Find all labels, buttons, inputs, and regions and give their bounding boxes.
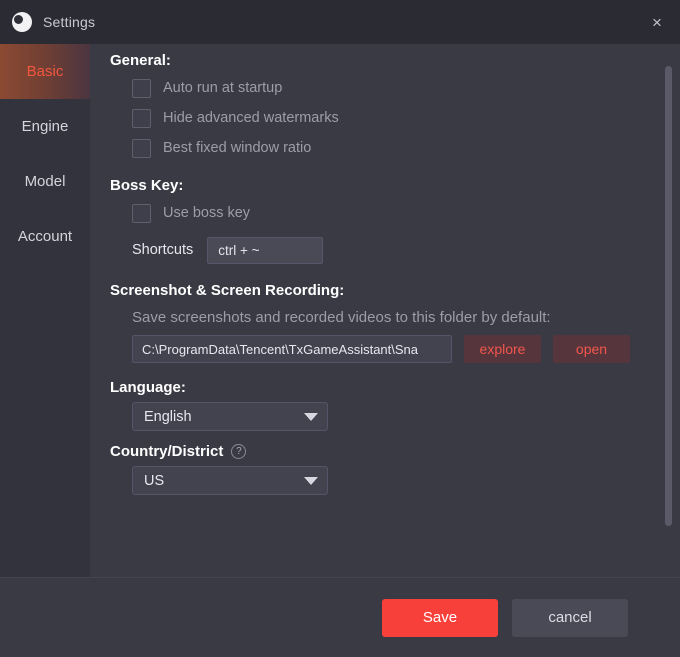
checkbox-label: Hide advanced watermarks: [163, 110, 339, 126]
country-select[interactable]: US: [132, 466, 328, 495]
cancel-button[interactable]: cancel: [512, 598, 628, 637]
vertical-scrollbar[interactable]: [665, 66, 672, 569]
sidebar-item-engine[interactable]: Engine: [0, 99, 90, 154]
chevron-down-icon: [304, 412, 318, 421]
boss-key-section: Boss Key: Use boss key Shortcuts ctrl + …: [110, 177, 680, 268]
general-heading: General:: [110, 52, 171, 69]
window-body: Basic Engine Model Account General: Auto…: [0, 44, 680, 577]
screenshot-description: Save screenshots and recorded videos to …: [132, 309, 551, 326]
screenshot-path-input[interactable]: C:\ProgramData\Tencent\TxGameAssistant\S…: [132, 335, 452, 363]
language-select[interactable]: English: [132, 402, 328, 431]
checkbox-use-boss-key[interactable]: Use boss key: [110, 198, 680, 228]
checkbox-label: Auto run at startup: [163, 80, 283, 96]
close-icon[interactable]: ×: [634, 0, 680, 44]
language-section: Language: English: [110, 379, 680, 431]
help-icon[interactable]: ?: [231, 444, 247, 459]
checkbox-icon[interactable]: [132, 138, 151, 158]
boss-key-heading: Boss Key:: [110, 177, 184, 194]
open-button[interactable]: open: [553, 335, 630, 363]
country-section: Country/District ? US: [110, 443, 680, 495]
shortcuts-label: Shortcuts: [132, 242, 194, 258]
general-section: General: Auto run at startup Hide advanc…: [110, 52, 680, 163]
sidebar-item-label: Engine: [21, 118, 69, 135]
checkbox-auto-run-at-startup[interactable]: Auto run at startup: [110, 73, 680, 103]
sidebar-item-label: Model: [24, 173, 66, 190]
sidebar-item-model[interactable]: Model: [0, 154, 90, 209]
titlebar: Settings ×: [0, 0, 680, 44]
country-heading-row: Country/District ?: [110, 443, 680, 460]
checkbox-best-fixed-window-ratio[interactable]: Best fixed window ratio: [110, 133, 680, 163]
checkbox-icon[interactable]: [132, 203, 151, 223]
language-select-value: English: [144, 408, 192, 425]
explore-button[interactable]: explore: [464, 335, 541, 363]
settings-window: Settings × Basic Engine Model Account Ge…: [0, 0, 680, 657]
sidebar: Basic Engine Model Account: [0, 44, 90, 577]
sidebar-item-label: Basic: [26, 63, 64, 80]
checkbox-label: Best fixed window ratio: [163, 140, 312, 156]
screenshot-path-row: C:\ProgramData\Tencent\TxGameAssistant\S…: [110, 335, 680, 363]
shortcuts-input[interactable]: ctrl + ~: [207, 236, 324, 264]
country-heading: Country/District: [110, 443, 224, 460]
screenshot-section: Screenshot & Screen Recording: Save scre…: [110, 282, 680, 363]
checkbox-label: Use boss key: [163, 205, 251, 221]
settings-content: General: Auto run at startup Hide advanc…: [90, 44, 680, 577]
country-select-value: US: [144, 472, 165, 489]
sidebar-item-label: Account: [17, 228, 73, 245]
language-heading: Language:: [110, 379, 186, 396]
settings-scroll-area[interactable]: General: Auto run at startup Hide advanc…: [90, 44, 680, 577]
scrollbar-thumb[interactable]: [665, 66, 672, 526]
shortcuts-row: Shortcuts ctrl + ~: [110, 232, 680, 268]
window-title: Settings: [43, 14, 96, 30]
dialog-footer: Save cancel: [0, 577, 680, 657]
sidebar-item-account[interactable]: Account: [0, 209, 90, 264]
chevron-down-icon: [304, 476, 318, 485]
checkbox-icon[interactable]: [132, 78, 151, 98]
sidebar-item-basic[interactable]: Basic: [0, 44, 90, 99]
app-logo-icon: [12, 12, 32, 32]
screenshot-heading: Screenshot & Screen Recording:: [110, 282, 345, 299]
save-button[interactable]: Save: [382, 598, 498, 637]
checkbox-icon[interactable]: [132, 108, 151, 128]
checkbox-hide-advanced-watermarks[interactable]: Hide advanced watermarks: [110, 103, 680, 133]
